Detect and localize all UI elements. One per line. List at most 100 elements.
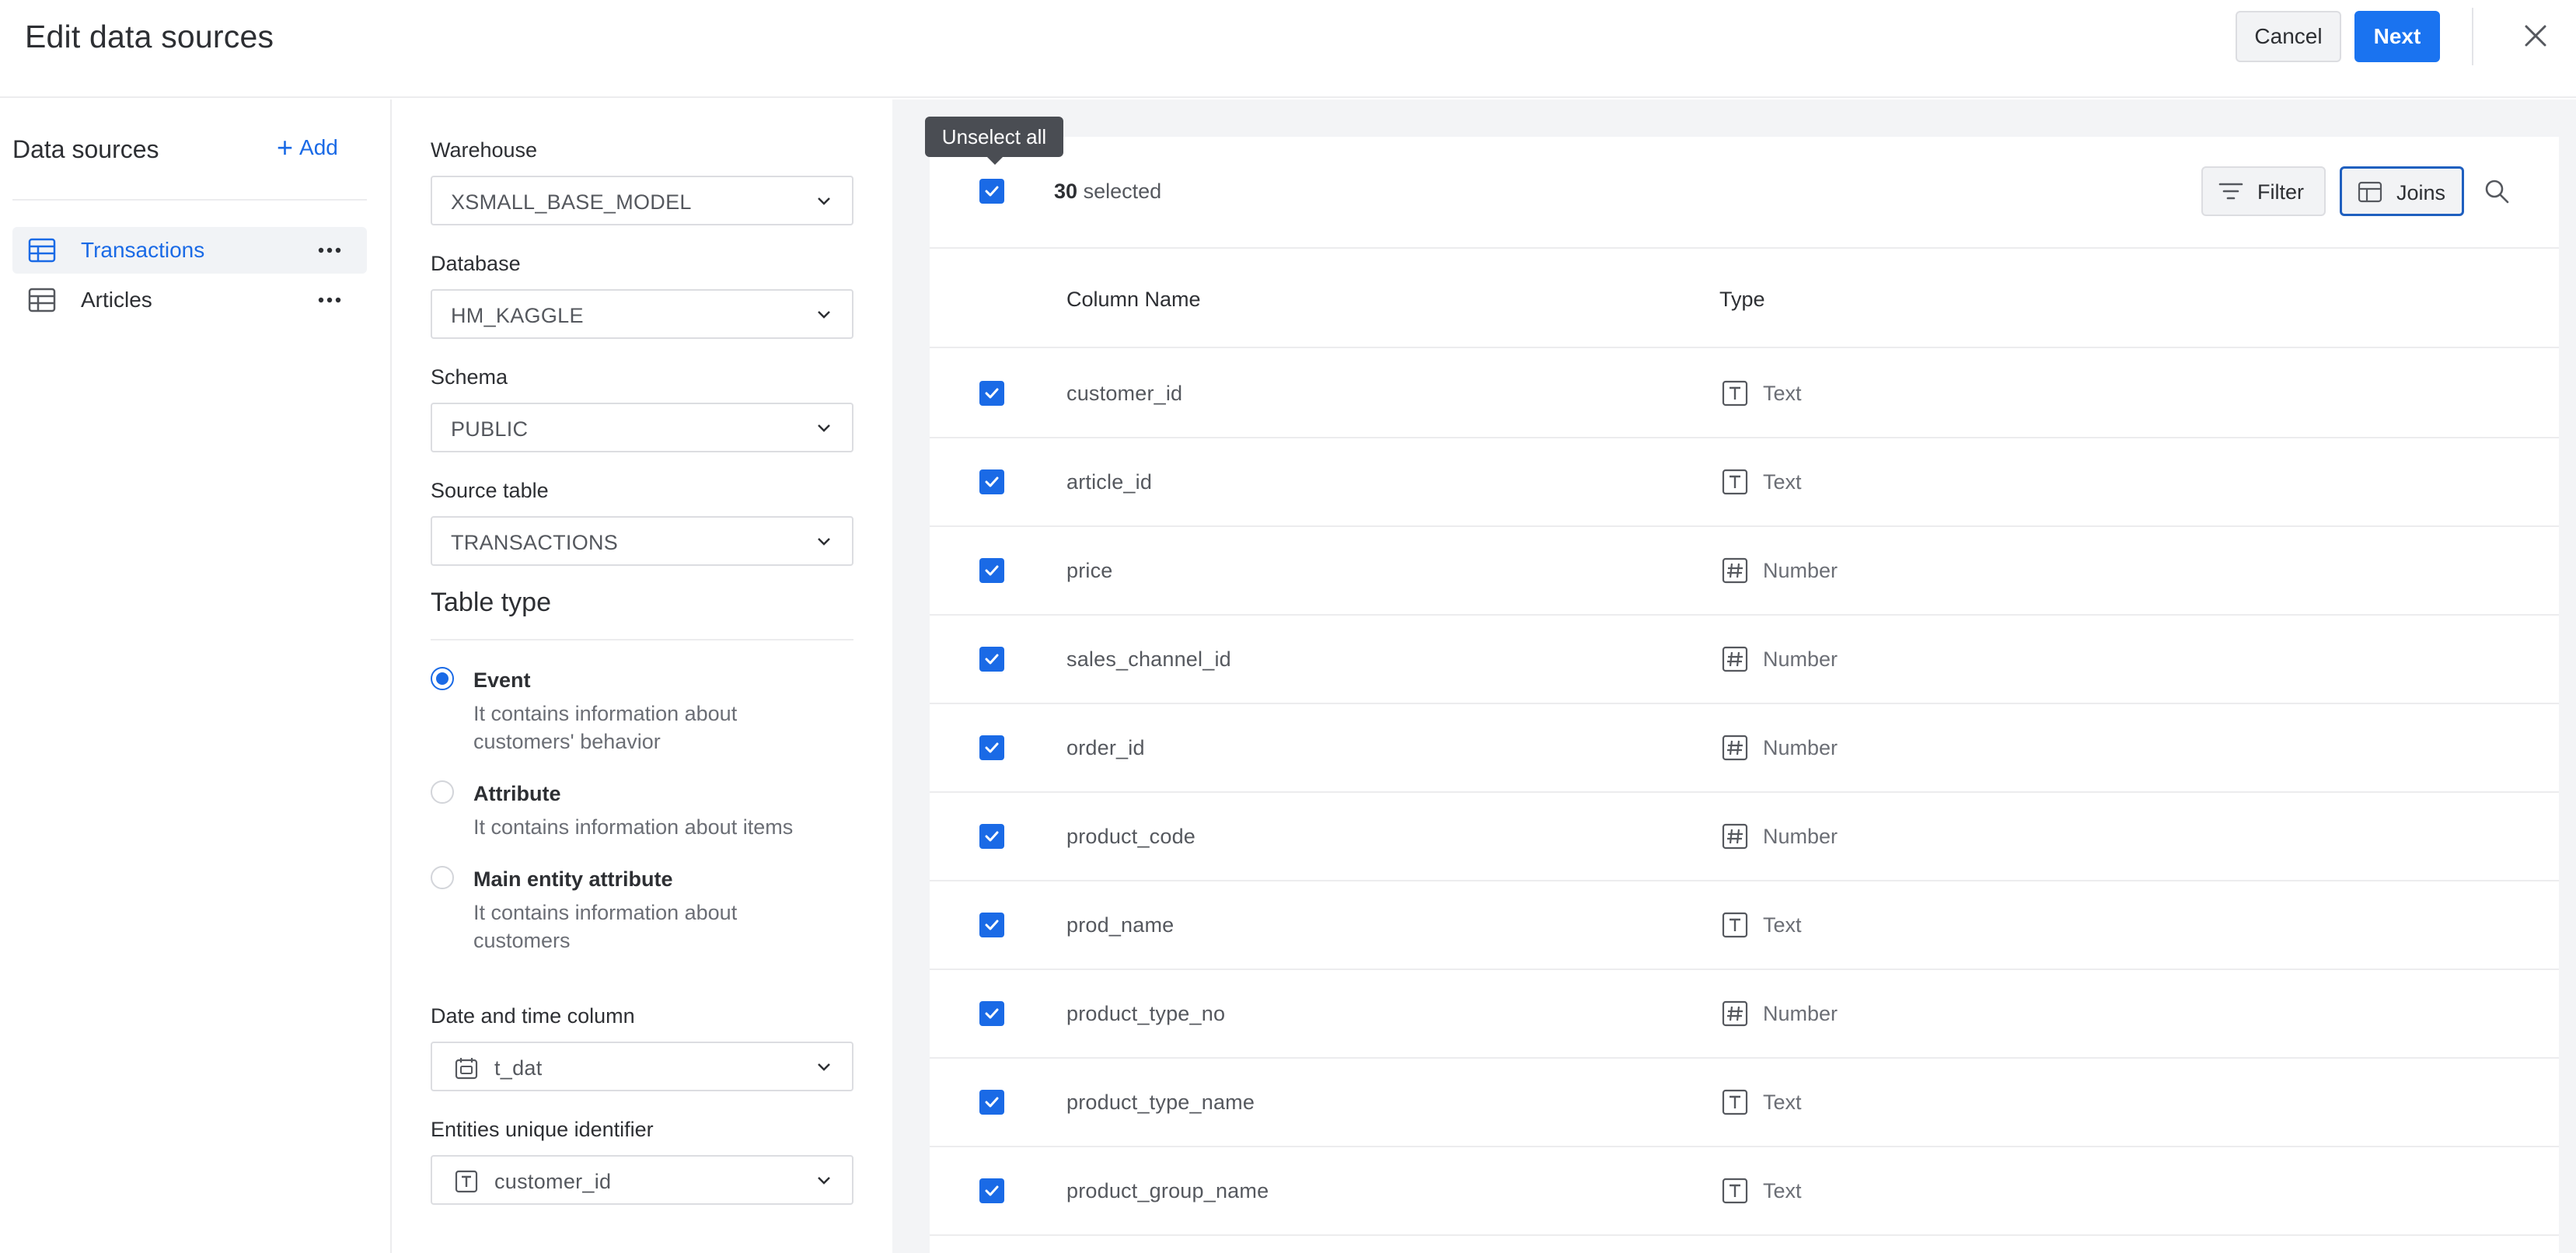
source-table-select[interactable]: TRANSACTIONS [431,516,853,566]
search-icon[interactable] [2483,177,2511,205]
sidebar-title: Data sources [12,135,159,163]
checkmark-icon [985,1008,999,1019]
header-divider [2472,8,2473,65]
checkmark-icon [985,186,999,197]
entity-id-select[interactable]: customer_id [431,1155,853,1205]
warehouse-label: Warehouse [431,138,538,162]
schema-select[interactable]: PUBLIC [431,403,853,452]
filter-button[interactable]: Filter [2201,166,2326,216]
text-type-icon [1722,1178,1748,1204]
checkmark-icon [985,476,999,487]
schema-label: Schema [431,365,508,389]
column-name: product_code [1066,825,1196,848]
column-type: Text [1763,1091,1802,1114]
column-name: product_type_no [1066,1002,1226,1025]
more-options-icon[interactable] [317,291,342,309]
column-name: customer_id [1066,382,1183,405]
chevron-down-icon [818,1063,830,1071]
column-type: Number [1763,825,1838,848]
column-type: Number [1763,647,1838,671]
add-data-source-button[interactable]: + Add [277,131,338,163]
row-checkbox[interactable] [979,558,1004,583]
checkmark-icon [985,920,999,930]
database-select[interactable]: HM_KAGGLE [431,289,853,339]
checkmark-icon [985,388,999,399]
text-type-icon [1722,469,1748,495]
unselect-all-tooltip: Unselect all [925,117,1063,165]
table-row: order_id Number [930,704,2559,793]
column-type: Text [1763,1179,1802,1202]
sidebar-divider [12,199,367,201]
table-type-title: Table type [431,588,551,617]
table-row: customer_id Text [930,350,2559,438]
column-name-header: Column Name [1066,288,1201,311]
table-header: Column Name Type [930,249,2559,348]
row-checkbox[interactable] [979,913,1004,937]
date-column-label: Date and time column [431,1004,635,1028]
column-name: order_id [1066,736,1145,759]
row-checkbox[interactable] [979,1001,1004,1026]
number-type-icon [1722,823,1748,850]
row-checkbox[interactable] [979,647,1004,672]
radio-main-entity-label[interactable]: Main entity attribute [473,867,673,892]
add-label: Add [299,135,338,159]
joins-button[interactable]: Joins [2340,166,2464,216]
filter-label: Filter [2257,180,2304,204]
selected-count: 30 [1054,180,1078,203]
checkmark-icon [985,742,999,753]
more-options-icon[interactable] [317,241,342,260]
table-row: product_group_name Text [930,1147,2559,1236]
number-type-icon [1722,1000,1748,1027]
joins-label: Joins [2396,181,2446,204]
table-row: prod_name Text [930,881,2559,970]
selected-suffix: selected [1083,180,1162,203]
sidebar-item-transactions[interactable]: Transactions [12,227,367,274]
warehouse-value: XSMALL_BASE_MODEL [451,190,692,214]
radio-attribute-label[interactable]: Attribute [473,782,560,806]
column-type: Text [1763,470,1802,494]
warehouse-select[interactable]: XSMALL_BASE_MODEL [431,176,853,225]
number-type-icon [1722,557,1748,584]
table-row: article_id Text [930,438,2559,527]
cancel-button[interactable]: Cancel [2236,11,2341,62]
section-divider [431,639,853,640]
select-all-checkbox[interactable] [979,179,1004,204]
checkmark-icon [985,565,999,576]
row-checkbox[interactable] [979,735,1004,760]
radio-event-label[interactable]: Event [473,668,531,693]
column-type: Text [1763,913,1802,937]
close-icon[interactable] [2520,20,2551,51]
calendar-icon [455,1058,478,1080]
radio-main-entity-attribute[interactable] [431,866,454,889]
chevron-down-icon [818,197,830,205]
columns-card: 30 selected Filter Joins Column Name Typ… [930,137,2559,1253]
column-name: prod_name [1066,913,1175,937]
column-type: Text [1763,382,1802,405]
header: Edit data sources Cancel Next [0,0,2576,98]
column-name: sales_channel_id [1066,647,1231,671]
chevron-down-icon [818,1177,830,1185]
column-name: product_type_name [1066,1091,1255,1114]
row-checkbox[interactable] [979,469,1004,494]
number-type-icon [1722,735,1748,761]
radio-attribute[interactable] [431,780,454,804]
plus-icon: + [277,131,294,163]
columns-toolbar: 30 selected Filter Joins [930,137,2559,249]
chevron-down-icon [818,424,830,432]
row-checkbox[interactable] [979,1090,1004,1115]
radio-event[interactable] [431,667,454,690]
data-sources-sidebar: Data sources + Add Transactions Articles [0,99,392,1253]
next-button[interactable]: Next [2354,11,2440,62]
date-column-select[interactable]: t_dat [431,1042,853,1091]
row-checkbox[interactable] [979,381,1004,406]
source-table-value: TRANSACTIONS [451,531,619,554]
table-row: product_type_no Number [930,970,2559,1059]
table-row: price Number [930,527,2559,616]
table-icon [28,288,56,312]
row-checkbox[interactable] [979,824,1004,849]
text-type-icon [1722,380,1748,407]
sidebar-item-articles[interactable]: Articles [12,277,367,323]
radio-event-description: It contains information about customers'… [473,702,738,753]
row-checkbox[interactable] [979,1178,1004,1203]
column-type: Number [1763,559,1838,582]
